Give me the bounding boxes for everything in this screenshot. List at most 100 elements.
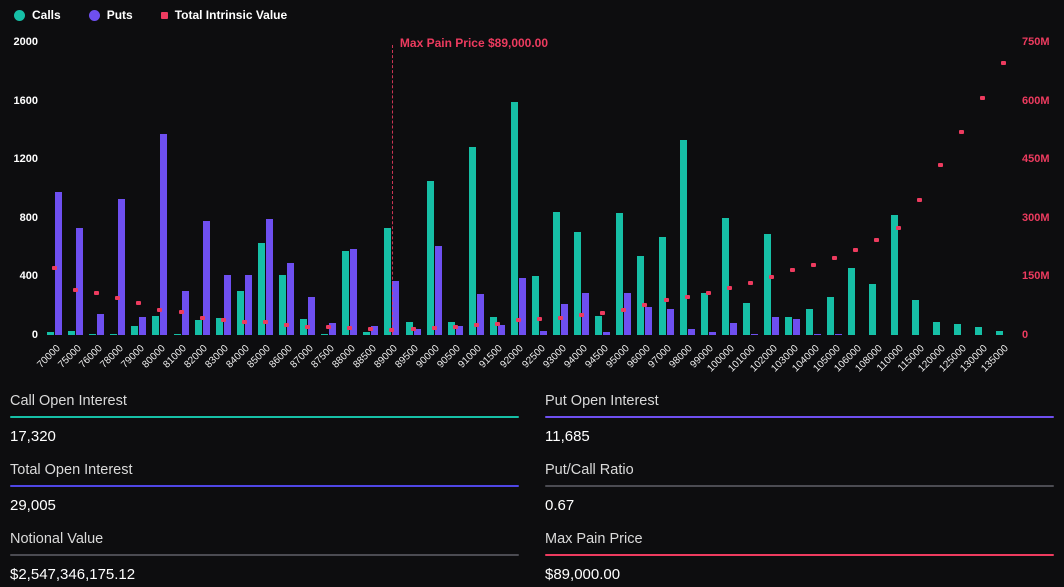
right-axis-tick: 750M bbox=[1022, 35, 1062, 49]
puts-bar bbox=[266, 219, 273, 335]
intrinsic-value-dot bbox=[157, 308, 162, 312]
intrinsic-value-dot bbox=[811, 263, 816, 267]
right-axis-tick: 300M bbox=[1022, 211, 1062, 225]
stat-label: Put/Call Ratio bbox=[545, 461, 1054, 480]
stat-divider bbox=[10, 485, 519, 487]
stat-divider bbox=[10, 554, 519, 556]
stat-value: $2,547,346,175.12 bbox=[10, 565, 519, 585]
calls-bar bbox=[342, 251, 349, 335]
calls-bar bbox=[321, 334, 328, 335]
left-axis-tick: 1600 bbox=[4, 94, 38, 108]
stat-divider bbox=[545, 554, 1054, 556]
stat-label: Call Open Interest bbox=[10, 392, 519, 411]
plot-area: Max Pain Price $89,000.00 bbox=[44, 42, 1014, 335]
intrinsic-value-dot bbox=[432, 326, 437, 330]
calls-bar bbox=[722, 218, 729, 335]
intrinsic-value-dot bbox=[917, 198, 922, 202]
puts-bar bbox=[688, 329, 695, 335]
calls-bar bbox=[933, 322, 940, 335]
calls-bar bbox=[89, 334, 96, 335]
left-axis-tick: 2000 bbox=[4, 35, 38, 49]
stat-label: Notional Value bbox=[10, 530, 519, 549]
intrinsic-value-dot bbox=[347, 326, 352, 330]
puts-bar bbox=[139, 317, 146, 335]
left-axis-tick: 800 bbox=[4, 211, 38, 225]
intrinsic-value-dot bbox=[284, 323, 289, 327]
stat-label: Total Open Interest bbox=[10, 461, 519, 480]
puts-bar bbox=[667, 309, 674, 335]
stat-value: $89,000.00 bbox=[545, 565, 1054, 585]
calls-swatch-icon bbox=[14, 10, 25, 21]
intrinsic-value-dot bbox=[389, 328, 394, 332]
calls-bar bbox=[806, 309, 813, 335]
intrinsic-value-dot bbox=[200, 316, 205, 320]
calls-bar bbox=[110, 334, 117, 335]
stat-value: 17,320 bbox=[10, 427, 519, 447]
legend-item-calls[interactable]: Calls bbox=[14, 8, 61, 22]
intrinsic-value-dot bbox=[685, 295, 690, 299]
legend-item-total-intrinsic-value[interactable]: Total Intrinsic Value bbox=[161, 8, 287, 22]
intrinsic-value-dot bbox=[748, 281, 753, 285]
puts-bar bbox=[160, 134, 167, 335]
intrinsic-value-dot bbox=[221, 318, 226, 322]
calls-bar bbox=[785, 317, 792, 335]
stat-divider bbox=[545, 485, 1054, 487]
puts-bar bbox=[835, 334, 842, 335]
intrinsic-value-dot bbox=[368, 327, 373, 331]
left-axis-tick: 0 bbox=[4, 328, 38, 342]
intrinsic-value-dot bbox=[600, 311, 605, 315]
puts-bar bbox=[645, 307, 652, 335]
max-pain-dashboard: Calls Puts Total Intrinsic Value 0 400 800… bbox=[0, 0, 1064, 585]
stat-label: Max Pain Price bbox=[545, 530, 1054, 549]
intrinsic-value-dot bbox=[73, 288, 78, 292]
calls-bar bbox=[195, 320, 202, 335]
intrinsic-value-dot bbox=[769, 275, 774, 279]
intrinsic-value-dot bbox=[790, 268, 795, 272]
puts-bar bbox=[308, 297, 315, 335]
calls-bar bbox=[490, 317, 497, 335]
intrinsic-value-dot bbox=[411, 327, 416, 331]
intrinsic-value-dot bbox=[52, 266, 57, 270]
puts-bar bbox=[76, 228, 83, 335]
puts-swatch-icon bbox=[89, 10, 100, 21]
left-axis-tick: 400 bbox=[4, 269, 38, 283]
puts-bar bbox=[224, 275, 231, 335]
intrinsic-value-dot bbox=[959, 130, 964, 134]
calls-bar bbox=[637, 256, 644, 335]
intrinsic-value-dot bbox=[136, 301, 141, 305]
intrinsic-value-dot bbox=[242, 320, 247, 324]
calls-bar bbox=[975, 327, 982, 335]
right-axis-tick: 0 bbox=[1022, 328, 1062, 342]
intrinsic-value-dot bbox=[621, 308, 626, 312]
calls-bar bbox=[152, 316, 159, 335]
calls-bar bbox=[511, 102, 518, 335]
legend-item-puts[interactable]: Puts bbox=[89, 8, 133, 22]
right-axis-tick: 450M bbox=[1022, 152, 1062, 166]
intrinsic-value-dot bbox=[305, 325, 310, 329]
puts-bar bbox=[540, 331, 547, 335]
stat-call-open-interest: Call Open Interest 17,320 bbox=[10, 392, 519, 447]
calls-bar bbox=[701, 293, 708, 335]
stat-notional-value: Notional Value $2,547,346,175.12 bbox=[10, 530, 519, 585]
puts-bar bbox=[477, 294, 484, 335]
intrinsic-value-dot bbox=[558, 316, 563, 320]
calls-bar bbox=[848, 268, 855, 335]
right-axis-tick: 600M bbox=[1022, 94, 1062, 108]
options-open-interest-chart: Calls Puts Total Intrinsic Value 0 400 800… bbox=[0, 0, 1064, 384]
puts-bar bbox=[772, 317, 779, 335]
calls-bar bbox=[237, 291, 244, 335]
puts-bar bbox=[519, 278, 526, 335]
intrinsic-value-dot bbox=[896, 226, 901, 230]
stat-label: Put Open Interest bbox=[545, 392, 1054, 411]
calls-bar bbox=[954, 324, 961, 335]
puts-bar bbox=[392, 281, 399, 335]
puts-bar bbox=[498, 325, 505, 335]
right-axis-tick: 150M bbox=[1022, 269, 1062, 283]
legend-label-calls: Calls bbox=[32, 8, 61, 22]
intrinsic-value-dot bbox=[263, 320, 268, 324]
intrinsic-value-dot bbox=[727, 286, 732, 290]
puts-bar bbox=[118, 199, 125, 335]
calls-bar bbox=[891, 215, 898, 335]
max-pain-line bbox=[392, 45, 393, 335]
intrinsic-value-dot bbox=[516, 318, 521, 322]
